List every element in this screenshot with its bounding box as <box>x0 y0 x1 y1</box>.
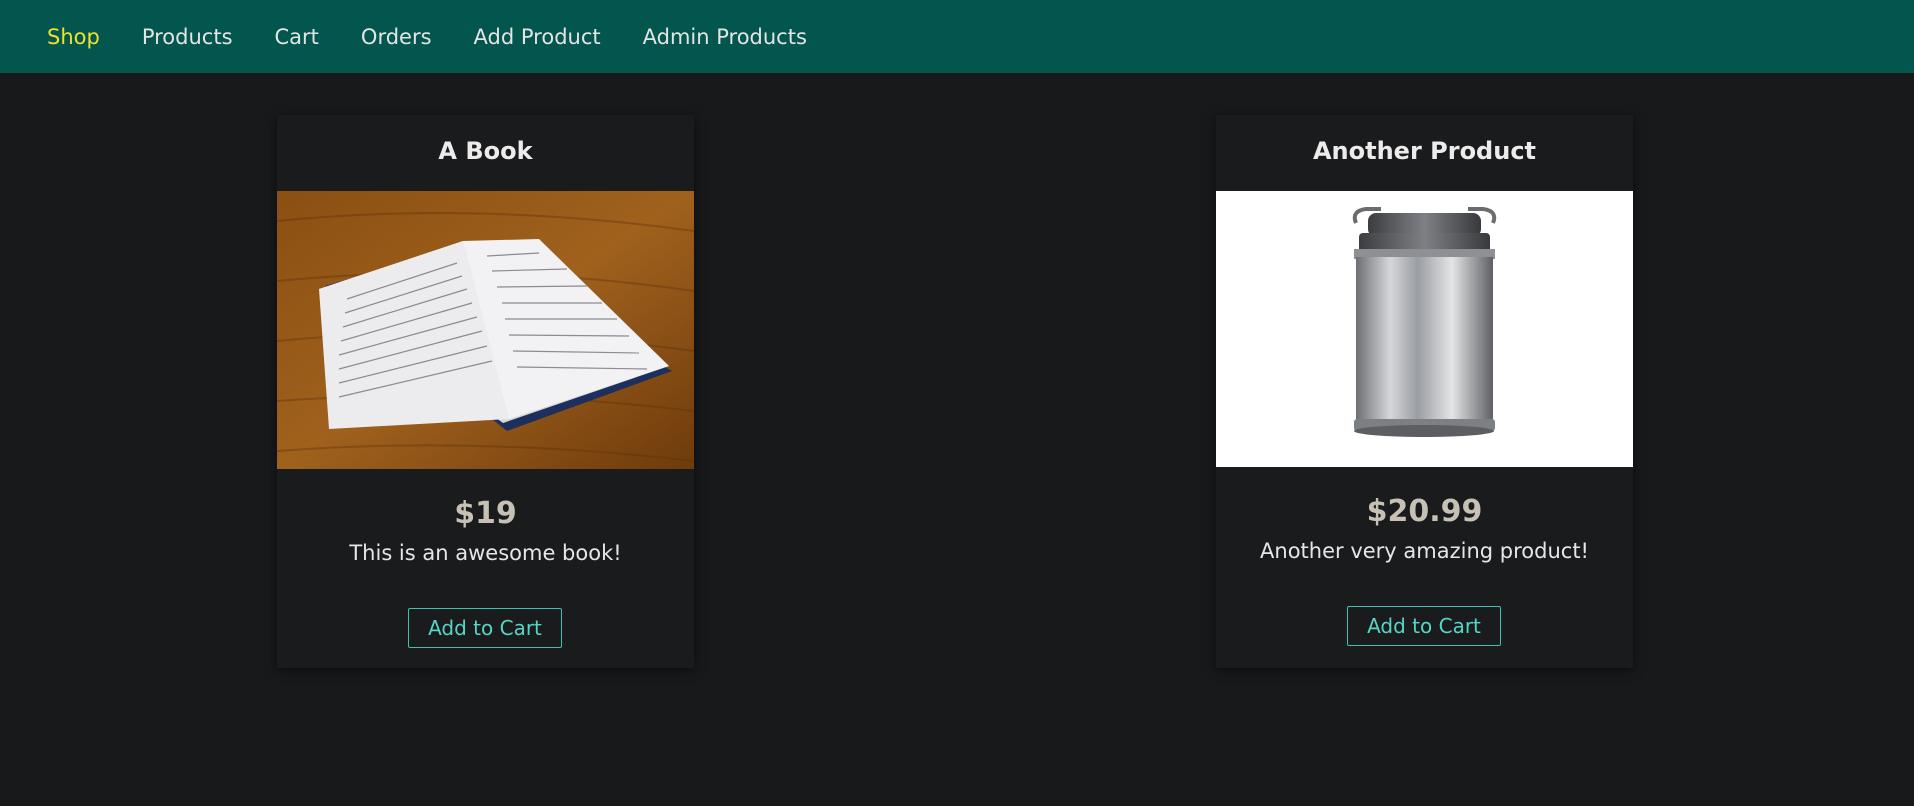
nav-item-admin-products[interactable]: Admin Products <box>643 25 807 49</box>
nav-item-products[interactable]: Products <box>142 25 233 49</box>
main-header: Shop Products Cart Orders Add Product Ad… <box>0 0 1914 73</box>
product-image-milk-can <box>1216 191 1633 467</box>
nav-item-cart[interactable]: Cart <box>275 25 319 49</box>
product-description: This is an awesome book! <box>349 541 622 565</box>
product-price: $19 <box>454 496 517 531</box>
product-title: Another Product <box>1312 137 1537 165</box>
nav-item-shop[interactable]: Shop <box>47 25 100 49</box>
product-description: Another very amazing product! <box>1260 539 1589 563</box>
product-image-book <box>277 191 694 469</box>
product-price: $20.99 <box>1366 494 1483 529</box>
metal-milk-can-photo <box>1216 191 1633 467</box>
add-to-cart-button[interactable]: Add to Cart <box>1347 606 1501 646</box>
add-to-cart-button[interactable]: Add to Cart <box>408 608 562 648</box>
main-nav: Shop Products Cart Orders Add Product Ad… <box>47 0 849 73</box>
product-card-book: A Book $19 This is an awesome book! Add … <box>277 115 694 668</box>
product-title: A Book <box>438 137 533 165</box>
open-book-photo <box>277 191 694 469</box>
nav-item-add-product[interactable]: Add Product <box>474 25 601 49</box>
nav-item-orders[interactable]: Orders <box>361 25 432 49</box>
product-card-another: Another Product $20.99 Another very amaz… <box>1216 115 1633 668</box>
